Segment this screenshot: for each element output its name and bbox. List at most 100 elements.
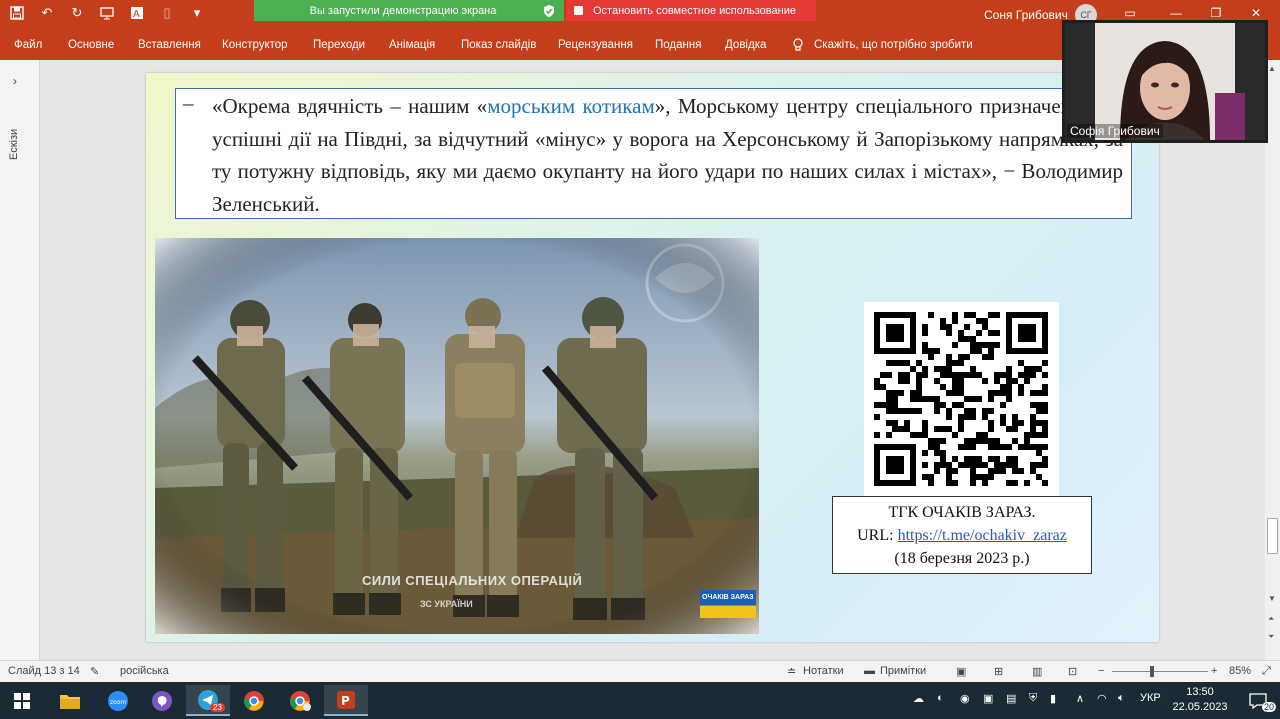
tab-help[interactable]: Довідка [725, 39, 766, 51]
language-indicator[interactable]: російська [120, 665, 169, 677]
shield-check-icon [544, 4, 554, 17]
chrome-icon[interactable] [232, 685, 276, 716]
volume-icon[interactable]: 🔈︎ [1118, 692, 1125, 705]
tray-shield-icon[interactable]: ⛨ [1029, 692, 1037, 705]
svg-text:zoom: zoom [110, 699, 126, 706]
stop-sharing-label: Остановить совместное использование [593, 4, 796, 17]
thumbnails-pane: › Ескізи [0, 60, 40, 660]
reading-view-icon[interactable]: ▥ [1032, 665, 1042, 678]
viber-icon[interactable] [140, 685, 184, 716]
tray-app-icon[interactable]: ◐ [937, 692, 944, 704]
quote-text-start: «Окрема вдячність – нашим « [212, 94, 488, 118]
undo-icon[interactable]: ↶ [38, 4, 56, 22]
stop-icon [574, 6, 583, 15]
scroll-down-icon[interactable]: ▼ [1268, 594, 1276, 603]
powerpoint-icon[interactable]: P [324, 685, 368, 716]
vertical-scrollbar[interactable]: ▲ ▼ ⏶ ⏷ [1265, 60, 1280, 660]
zoom-level[interactable]: 85% [1229, 665, 1251, 677]
tab-insert[interactable]: Вставлення [138, 39, 201, 51]
next-slide-icon[interactable]: ⏷ [1268, 632, 1274, 642]
telegram-icon[interactable]: 23 [186, 685, 230, 716]
lightbulb-icon [793, 38, 803, 51]
qr-code[interactable] [864, 302, 1059, 497]
stop-sharing-button[interactable]: Остановить совместное использование [566, 0, 816, 21]
participant-name: Софія Грибович [1067, 124, 1163, 138]
from-beginning-icon[interactable] [98, 4, 116, 22]
tell-me-search[interactable]: Скажіть, що потрібно зробити [792, 38, 973, 52]
account-name[interactable]: Соня Грибович [984, 8, 1068, 22]
shape-icon[interactable]: ▯ [158, 4, 176, 22]
chevron-right-icon[interactable]: › [13, 74, 17, 88]
tab-view[interactable]: Подання [655, 39, 701, 51]
tray-security-icon[interactable]: ▣ [983, 692, 993, 705]
channel-url-line: URL: https://t.me/ochakiv_zaraz [833, 524, 1091, 547]
tab-transitions[interactable]: Переходи [313, 39, 365, 51]
clock-date: 22.05.2023 [1172, 701, 1228, 713]
input-language[interactable]: УКР [1140, 692, 1161, 704]
comments-icon[interactable]: ▬ [864, 665, 875, 677]
slide-counter: Слайд 13 з 14 [8, 665, 80, 677]
notification-center-icon[interactable]: 20 [1236, 685, 1280, 716]
webcam-video[interactable]: Софія Грибович [1062, 20, 1268, 143]
status-bar: Слайд 13 з 14 ✎ російська ≐ Нотатки ▬ Пр… [0, 660, 1280, 682]
slideshow-view-icon[interactable]: ⊡ [1068, 665, 1077, 678]
usb-icon[interactable]: ▮ [1050, 692, 1056, 705]
channel-date: (18 березня 2023 р.) [894, 550, 1030, 567]
tab-home[interactable]: Основне [68, 39, 114, 51]
zoom-app-icon[interactable]: zoom [96, 685, 140, 716]
zoom-slider[interactable] [1112, 671, 1208, 672]
slide-sorter-icon[interactable]: ⊞ [994, 665, 1003, 678]
tray-window-icon[interactable]: ▤ [1006, 692, 1016, 705]
notes-icon[interactable]: ≐ [787, 665, 796, 678]
photo-subcaption: ЗС УКРАЇНИ [420, 599, 473, 609]
screen-share-label: Вы запустили демонстрацию экрана [309, 4, 497, 17]
scroll-thumb[interactable] [1267, 518, 1278, 554]
tell-me-label: Скажіть, що потрібно зробити [814, 39, 973, 51]
channel-url-link[interactable]: https://t.me/ochakiv_zaraz [898, 527, 1067, 544]
photo-caption: СИЛИ СПЕЦІАЛЬНИХ ОПЕРАЦІЙ [362, 573, 583, 588]
qr-caption: ТГК ОЧАКІВ ЗАРАЗ. URL: https://t.me/ocha… [832, 496, 1092, 574]
screen-share-status: Вы запустили демонстрацию экрана [254, 0, 564, 21]
zoom-in-icon[interactable]: + [1211, 665, 1217, 677]
tab-slideshow[interactable]: Показ слайдів [461, 39, 536, 51]
clock-time: 13:50 [1186, 686, 1214, 698]
text-box-icon[interactable]: A [128, 4, 146, 22]
wifi-icon[interactable]: ◠ [1097, 692, 1107, 705]
chrome-profile-icon[interactable] [278, 685, 322, 716]
tab-file[interactable]: Файл [14, 39, 42, 51]
bullet-dash: – [183, 91, 194, 115]
notification-count: 20 [1262, 702, 1277, 712]
redo-icon[interactable]: ↻ [68, 4, 86, 22]
file-explorer-icon[interactable] [48, 685, 92, 716]
show-hidden-icons-icon[interactable]: ∧ [1076, 692, 1084, 705]
thumbnails-label[interactable]: Ескізи [8, 129, 20, 160]
comments-button[interactable]: Примітки [880, 665, 926, 677]
zoom-out-icon[interactable]: − [1098, 665, 1104, 677]
tray-zoom-icon[interactable]: ◉ [960, 692, 970, 705]
telegram-unread-badge: 23 [210, 703, 225, 712]
quote-text[interactable]: «Окрема вдячність – нашим «морським коти… [212, 90, 1123, 220]
windows-start-icon[interactable] [0, 685, 44, 716]
channel-name: ТГК ОЧАКІВ ЗАРАЗ. [888, 504, 1036, 521]
fit-to-window-icon[interactable]: ⤢ [1262, 665, 1271, 678]
quick-access-toolbar: ↶ ↻ A ▯ ▾ [8, 4, 206, 22]
quote-highlight: морським котикам [487, 94, 655, 118]
previous-slide-icon[interactable]: ⏶ [1268, 614, 1274, 624]
spelling-icon[interactable]: ✎ [90, 665, 99, 678]
windows-taskbar: zoom 23 P ☁ ◐ ◉ ▣ ▤ ⛨ ▮ ∧ ◠ 🔈︎ УКР 13:50… [0, 682, 1280, 719]
url-label: URL: [857, 527, 898, 544]
save-icon[interactable] [8, 4, 26, 22]
customize-qat-icon[interactable]: ▾ [188, 4, 206, 22]
tab-review[interactable]: Рецензування [558, 39, 633, 51]
svg-text:A: A [133, 9, 140, 20]
normal-view-icon[interactable]: ▣ [956, 665, 966, 678]
svg-text:P: P [341, 694, 350, 708]
photo-badge: ОЧАКІВ ЗАРАЗ [700, 590, 756, 618]
tab-animations[interactable]: Анімація [389, 39, 435, 51]
onedrive-icon[interactable]: ☁ [913, 692, 924, 705]
tab-design[interactable]: Конструктор [222, 39, 288, 51]
notes-button[interactable]: Нотатки [803, 665, 844, 677]
scroll-up-icon[interactable]: ▲ [1268, 64, 1276, 73]
system-clock[interactable]: 13:50 22.05.2023 [1170, 685, 1230, 715]
zoom-slider-thumb[interactable] [1150, 666, 1154, 677]
